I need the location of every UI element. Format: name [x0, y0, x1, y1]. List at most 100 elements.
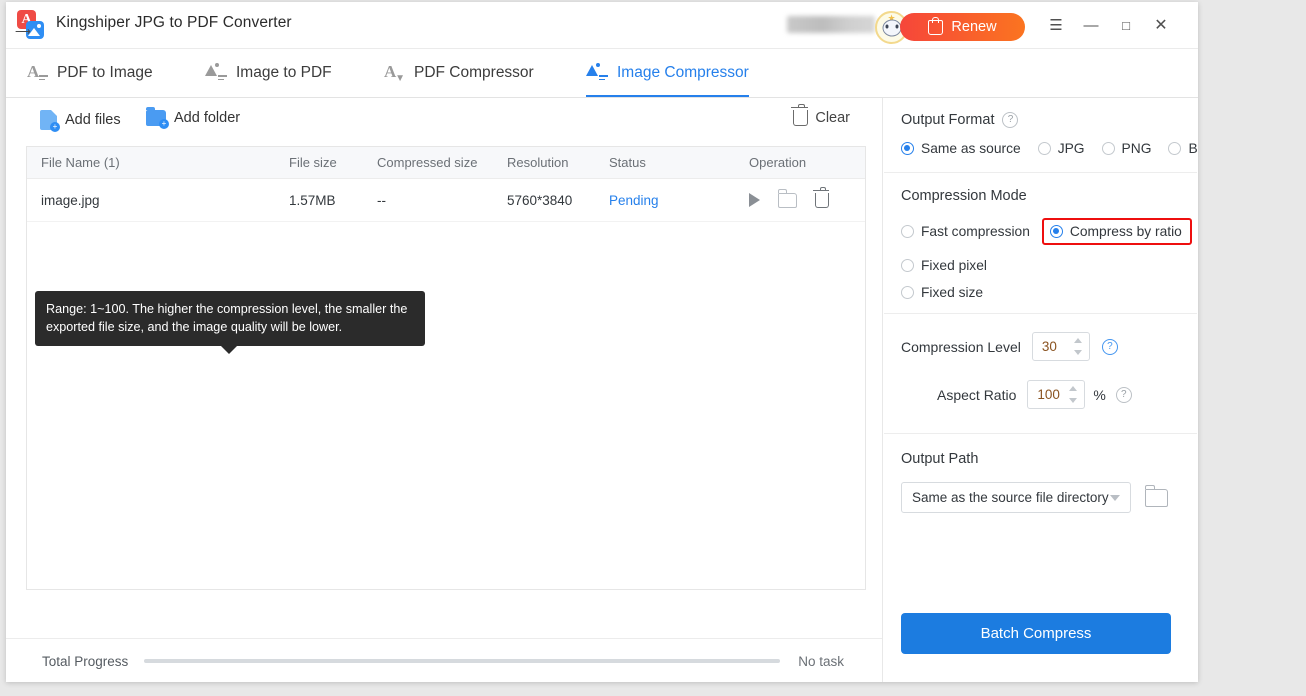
open-folder-icon[interactable]: [777, 189, 797, 208]
compression-level-help-icon[interactable]: ?: [1101, 338, 1118, 355]
tooltip-arrow: [221, 345, 237, 354]
column-header-file-size: File size: [289, 155, 337, 170]
output-path-section: Output Path Same as the source file dire…: [883, 434, 1198, 513]
file-toolbar: + Add files + Add folder Clear: [6, 98, 882, 146]
compression-level-section: Compression Level 30 ? Aspect Ratio 100 …: [883, 314, 1198, 409]
maximize-icon[interactable]: □: [1113, 14, 1139, 38]
renew-button[interactable]: Renew: [900, 13, 1025, 41]
add-folder-icon: +: [146, 107, 169, 129]
main-tab-bar: A PDF to Image Image to PDF A ▼ PDF Comp…: [6, 49, 1198, 98]
minimize-icon[interactable]: —: [1078, 14, 1104, 38]
window-title: Kingshiper JPG to PDF Converter: [56, 14, 292, 31]
radio-fixed-pixel[interactable]: Fixed pixel: [901, 258, 987, 273]
aspect-ratio-unit: %: [1093, 386, 1106, 403]
compression-mode-row-3: Fixed size: [901, 285, 1180, 300]
image-compressor-icon: [586, 62, 608, 84]
output-format-options: Same as source JPG PNG BMP: [901, 141, 1198, 156]
aspect-ratio-value: 100: [1037, 387, 1060, 402]
add-folder-label: Add folder: [174, 110, 241, 126]
batch-compress-button[interactable]: Batch Compress: [901, 613, 1171, 654]
pdf-compressor-icon: A ▼: [384, 62, 405, 84]
tab-pdf-to-image[interactable]: A PDF to Image: [26, 49, 153, 97]
aspect-ratio-help-icon[interactable]: ?: [1115, 386, 1132, 403]
highlight-box-compress-by-ratio: Compress by ratio: [1041, 218, 1192, 245]
progress-status: No task: [798, 653, 844, 669]
column-header-resolution: Resolution: [507, 155, 569, 170]
cell-file-name: image.jpg: [41, 192, 100, 208]
browse-folder-icon[interactable]: [1144, 484, 1168, 507]
shopping-bag-icon: [928, 16, 944, 35]
delete-icon[interactable]: [813, 187, 829, 208]
radio-jpg[interactable]: JPG: [1037, 141, 1085, 156]
compression-level-stepper[interactable]: 30: [1031, 332, 1090, 361]
settings-pane: Output Format ? Same as source JPG PNG B…: [883, 98, 1198, 682]
output-format-section: Output Format ? Same as source JPG PNG B…: [883, 98, 1198, 156]
hamburger-menu-icon[interactable]: ☰: [1043, 14, 1069, 38]
output-format-help-icon[interactable]: ?: [1002, 112, 1019, 128]
chevron-down-icon: [1110, 495, 1120, 501]
output-path-select[interactable]: Same as the source file directory: [901, 482, 1131, 513]
file-list-pane: + Add files + Add folder Clear File Name…: [6, 98, 883, 682]
compression-mode-row-1: Fast compression Compress by ratio: [901, 218, 1192, 245]
add-files-label: Add files: [65, 112, 121, 128]
tooltip-text: Range: 1~100. The higher the compression…: [46, 302, 408, 335]
radio-compress-by-ratio[interactable]: Compress by ratio: [1049, 224, 1182, 239]
active-tab-underline: [586, 94, 749, 97]
compression-level-row: Compression Level 30 ?: [901, 332, 1180, 361]
radio-label: Compress by ratio: [1069, 224, 1182, 239]
radio-label: Fixed pixel: [921, 258, 987, 273]
add-folder-button[interactable]: + Add folder: [146, 107, 241, 129]
radio-label: Fixed size: [921, 285, 984, 300]
aspect-ratio-row: Aspect Ratio 100 % ?: [937, 380, 1180, 409]
application-window: A ⟶ Kingshiper JPG to PDF Converter ★ Re…: [6, 2, 1198, 682]
clear-button[interactable]: Clear: [791, 104, 850, 126]
radio-same-as-source[interactable]: Same as source: [901, 141, 1021, 156]
radio-label: PNG: [1121, 141, 1152, 156]
progress-track: [144, 659, 781, 663]
add-file-icon: +: [40, 110, 60, 132]
user-name-masked: [787, 16, 875, 33]
renew-label: Renew: [951, 19, 997, 35]
compression-level-value: 30: [1041, 339, 1057, 354]
stepper-arrows-icon[interactable]: [1069, 385, 1078, 404]
cell-file-size: 1.57MB: [289, 192, 336, 208]
pdf-to-image-icon: A: [26, 62, 48, 84]
tab-label: Image to PDF: [236, 64, 332, 81]
convert-arrow-icon: ⟶: [15, 26, 31, 38]
radio-label: JPG: [1057, 141, 1085, 156]
radio-png[interactable]: PNG: [1101, 141, 1152, 156]
add-files-button[interactable]: + Add files: [40, 110, 121, 132]
title-bar: A ⟶ Kingshiper JPG to PDF Converter ★ Re…: [6, 2, 1198, 49]
radio-fast-compression[interactable]: Fast compression: [901, 224, 1030, 239]
image-to-pdf-icon: [205, 62, 227, 84]
column-header-file-name: File Name (1): [41, 155, 120, 170]
table-header-row: File Name (1) File size Compressed size …: [27, 147, 865, 179]
aspect-ratio-stepper[interactable]: 100: [1027, 380, 1086, 409]
close-icon[interactable]: ✕: [1148, 14, 1174, 38]
tab-label: Image Compressor: [617, 64, 749, 81]
cell-compressed-size: --: [377, 192, 386, 208]
aspect-ratio-label: Aspect Ratio: [937, 386, 1017, 403]
tab-pdf-compressor[interactable]: A ▼ PDF Compressor: [383, 49, 534, 97]
compression-mode-section: Compression Mode Fast compression Compre…: [883, 173, 1198, 300]
progress-bar-row: Total Progress No task: [6, 638, 882, 682]
table-row[interactable]: image.jpg 1.57MB -- 5760*3840 Pending: [27, 179, 865, 222]
progress-label: Total Progress: [42, 653, 129, 669]
clear-label: Clear: [815, 110, 850, 126]
app-logo-icon: A ⟶: [15, 10, 45, 40]
stepper-arrows-icon[interactable]: [1073, 337, 1082, 356]
column-header-operation: Operation: [749, 155, 807, 170]
file-table: File Name (1) File size Compressed size …: [26, 146, 866, 590]
compression-mode-row-2: Fixed pixel: [901, 258, 1180, 273]
output-format-title-row: Output Format ?: [901, 112, 1180, 128]
radio-bmp[interactable]: BMP: [1168, 141, 1198, 156]
radio-label: Same as source: [921, 141, 1021, 156]
radio-fixed-size[interactable]: Fixed size: [901, 285, 983, 300]
compression-level-tooltip: Range: 1~100. The higher the compression…: [35, 291, 425, 354]
column-header-compressed-size: Compressed size: [377, 155, 478, 170]
play-icon[interactable]: [749, 193, 760, 207]
output-path-value: Same as the source file directory: [912, 490, 1109, 505]
cell-resolution: 5760*3840: [507, 192, 573, 208]
tab-image-to-pdf[interactable]: Image to PDF: [205, 49, 332, 97]
tab-image-compressor[interactable]: Image Compressor: [586, 49, 749, 97]
